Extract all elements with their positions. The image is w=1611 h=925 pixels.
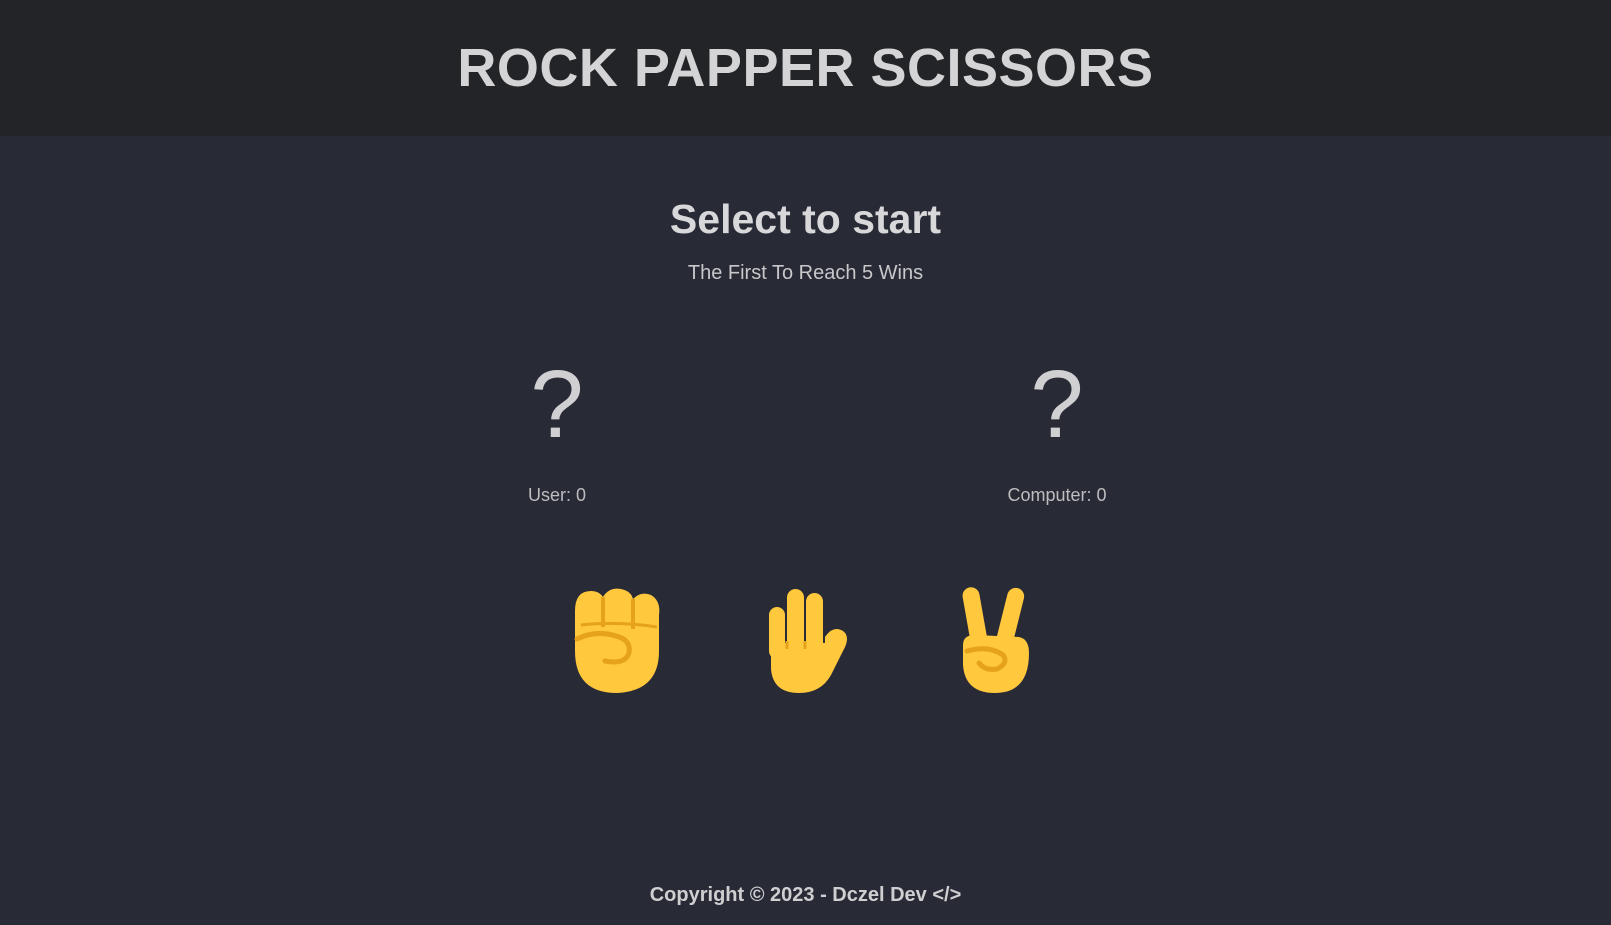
raised-fist-icon (574, 588, 659, 693)
computer-score: Computer: 0 (1007, 485, 1107, 505)
computer-choice: ? (1030, 351, 1084, 458)
paper-button[interactable] (711, 575, 901, 705)
status-title: Select to start (669, 196, 942, 242)
choice-buttons (0, 575, 1611, 705)
copyright-text: Copyright © 2023 - Dczel Dev </> (649, 884, 962, 906)
app-header: ROCK PAPPER SCISSORS (0, 0, 1611, 136)
user-choice: ? (530, 351, 584, 458)
status-subtitle: The First To Reach 5 Wins (687, 262, 924, 284)
raised-hand-icon (768, 589, 847, 693)
computer-panel: ? Computer: 0 (937, 350, 1177, 506)
rock-button[interactable] (521, 575, 711, 705)
footer: Copyright © 2023 - Dczel Dev </> (0, 884, 1611, 907)
scissors-button[interactable] (901, 575, 1091, 705)
user-panel: ? User: 0 (437, 350, 677, 506)
app-title: ROCK PAPPER SCISSORS (457, 38, 1154, 98)
user-score: User: 0 (527, 485, 587, 505)
victory-hand-icon (962, 587, 1029, 693)
